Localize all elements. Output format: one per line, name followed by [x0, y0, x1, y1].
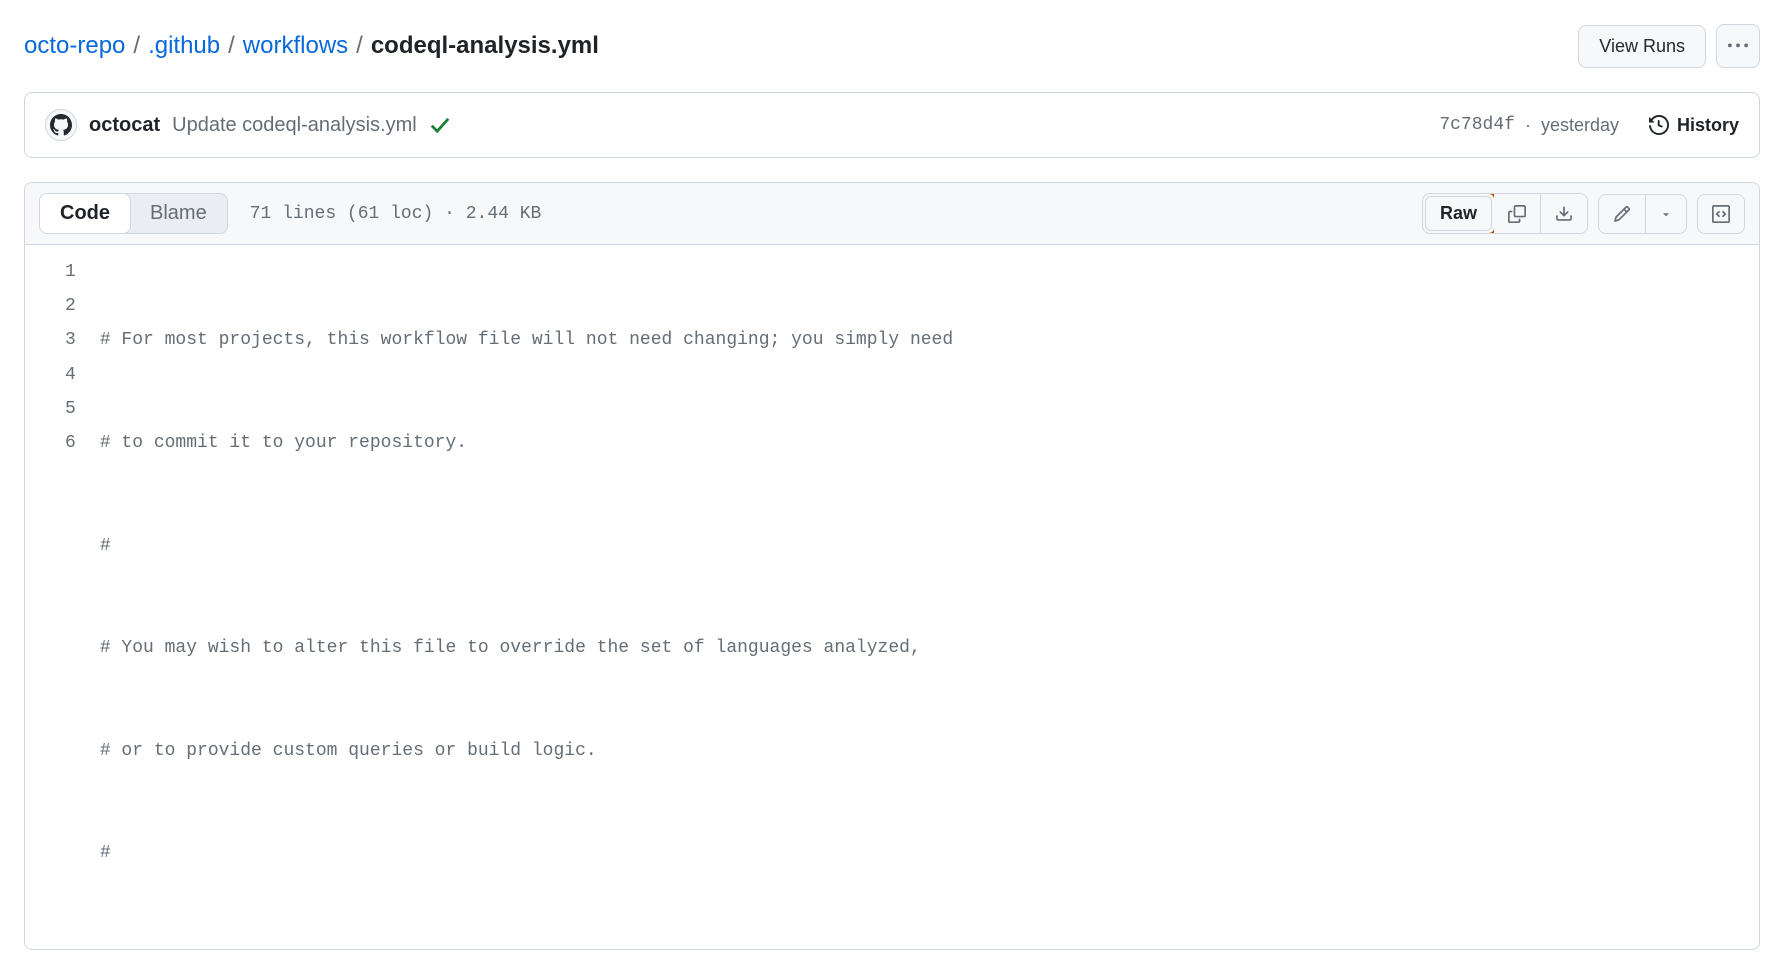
breadcrumb-repo[interactable]: octo-repo: [24, 32, 125, 60]
commit-sha[interactable]: 7c78d4f: [1439, 115, 1515, 135]
line-number[interactable]: 3: [65, 323, 76, 357]
commit-right: 7c78d4f · yesterday History: [1439, 115, 1739, 136]
dot-separator: ·: [1525, 115, 1531, 136]
octocat-icon: [50, 114, 72, 136]
copy-button[interactable]: [1494, 194, 1541, 233]
file-toolbar: Code Blame 71 lines (61 loc) · 2.44 KB R…: [25, 183, 1759, 245]
tab-group: Code Blame: [39, 193, 228, 234]
breadcrumb-path-workflows[interactable]: workflows: [243, 32, 348, 60]
symbols-group: [1697, 194, 1745, 234]
code-area: 1 2 3 4 5 6 # For most projects, this wo…: [25, 245, 1759, 949]
pencil-icon: [1613, 205, 1631, 223]
view-runs-button[interactable]: View Runs: [1578, 25, 1706, 68]
code-lines[interactable]: # For most projects, this workflow file …: [100, 255, 953, 939]
download-icon: [1555, 205, 1573, 223]
commit-author[interactable]: octocat: [89, 114, 160, 137]
raw-copy-download-group: Raw: [1422, 193, 1588, 234]
line-number[interactable]: 5: [65, 392, 76, 426]
file-info: 71 lines (61 loc) · 2.44 KB: [250, 204, 542, 224]
toolbar-right: Raw: [1422, 193, 1745, 234]
line-number[interactable]: 1: [65, 255, 76, 289]
breadcrumb: octo-repo / .github / workflows / codeql…: [24, 32, 599, 60]
raw-highlight: Raw: [1422, 193, 1497, 234]
header-row: octo-repo / .github / workflows / codeql…: [24, 24, 1760, 68]
history-link[interactable]: History: [1649, 115, 1739, 136]
tab-code[interactable]: Code: [39, 193, 131, 234]
breadcrumb-path-github[interactable]: .github: [148, 32, 220, 60]
breadcrumb-sep: /: [133, 32, 140, 60]
toolbar-left: Code Blame 71 lines (61 loc) · 2.44 KB: [39, 193, 541, 234]
code-line: #: [100, 836, 953, 870]
avatar[interactable]: [45, 109, 77, 141]
edit-group: [1598, 194, 1687, 234]
code-line: # You may wish to alter this file to ove…: [100, 631, 953, 665]
code-square-icon: [1712, 205, 1730, 223]
code-line: # For most projects, this workflow file …: [100, 323, 953, 357]
download-button[interactable]: [1541, 194, 1587, 233]
edit-button[interactable]: [1599, 195, 1646, 233]
caret-down-icon: [1660, 208, 1672, 220]
code-line: # or to provide custom queries or build …: [100, 734, 953, 768]
header-actions: View Runs: [1578, 24, 1760, 68]
commit-time: yesterday: [1541, 115, 1619, 136]
line-number[interactable]: 6: [65, 426, 76, 460]
tab-blame[interactable]: Blame: [130, 194, 227, 233]
history-label: History: [1677, 115, 1739, 136]
commit-left: octocat Update codeql-analysis.yml: [45, 109, 451, 141]
check-icon[interactable]: [429, 114, 451, 136]
code-line: #: [100, 529, 953, 563]
commit-message[interactable]: Update codeql-analysis.yml: [172, 114, 417, 137]
raw-button[interactable]: Raw: [1425, 196, 1492, 231]
more-options-button[interactable]: [1716, 24, 1760, 68]
history-icon: [1649, 115, 1669, 135]
line-number[interactable]: 2: [65, 289, 76, 323]
breadcrumb-file: codeql-analysis.yml: [371, 32, 599, 60]
line-number[interactable]: 4: [65, 358, 76, 392]
breadcrumb-sep: /: [356, 32, 363, 60]
breadcrumb-sep: /: [228, 32, 235, 60]
symbols-button[interactable]: [1698, 195, 1744, 233]
code-line: # to commit it to your repository.: [100, 426, 953, 460]
edit-dropdown-button[interactable]: [1646, 195, 1686, 233]
kebab-icon: [1728, 36, 1748, 56]
commit-info-box: octocat Update codeql-analysis.yml 7c78d…: [24, 92, 1760, 158]
line-numbers: 1 2 3 4 5 6: [25, 255, 100, 939]
file-box: Code Blame 71 lines (61 loc) · 2.44 KB R…: [24, 182, 1760, 950]
copy-icon: [1508, 205, 1526, 223]
